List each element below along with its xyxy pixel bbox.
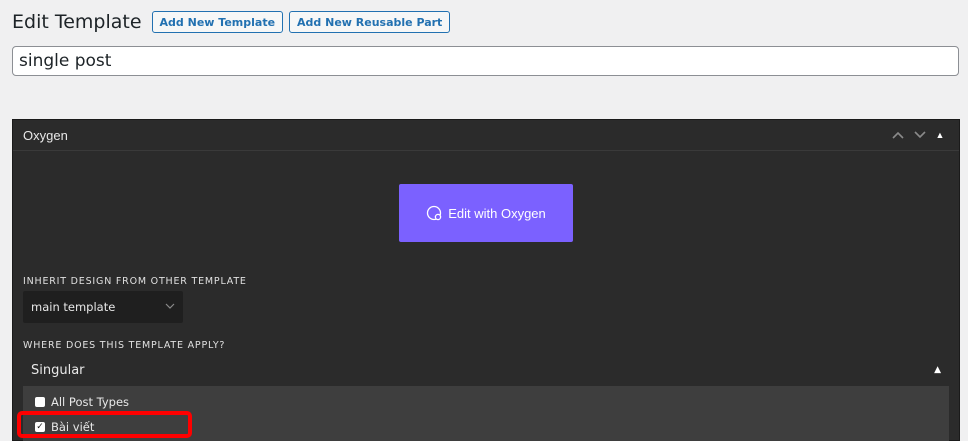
chevron-down-icon bbox=[165, 301, 175, 312]
edit-with-oxygen-label: Edit with Oxygen bbox=[448, 205, 546, 221]
add-new-template-button[interactable]: Add New Template bbox=[151, 11, 284, 33]
singular-section-header[interactable]: Singular ▲ bbox=[23, 355, 949, 386]
metabox-header: Oxygen ▲ bbox=[13, 120, 959, 151]
add-new-reusable-part-button[interactable]: Add New Reusable Part bbox=[289, 11, 451, 33]
template-title-input[interactable]: single post bbox=[12, 46, 959, 76]
option-all-post-types[interactable]: All Post Types bbox=[35, 395, 129, 409]
page-header: Edit Template Add New Template Add New R… bbox=[12, 10, 456, 34]
option-label: All Post Types bbox=[51, 395, 130, 409]
oxygen-logo-icon bbox=[427, 205, 442, 221]
edit-with-oxygen-button[interactable]: Edit with Oxygen bbox=[399, 184, 573, 242]
collapse-arrow-icon: ▲ bbox=[934, 365, 941, 375]
move-up-icon[interactable] bbox=[887, 124, 909, 146]
move-down-icon[interactable] bbox=[909, 124, 931, 146]
metabox-title: Oxygen bbox=[23, 127, 68, 143]
page-title: Edit Template bbox=[12, 11, 142, 33]
oxygen-metabox: Oxygen ▲ Edit with Oxygen INHERIT DESIGN… bbox=[12, 119, 960, 441]
singular-section-title: Singular bbox=[31, 363, 85, 378]
inherit-design-label: INHERIT DESIGN FROM OTHER TEMPLATE bbox=[23, 276, 247, 287]
inherit-template-value: main template bbox=[31, 300, 116, 314]
collapse-toggle-icon[interactable]: ▲ bbox=[931, 124, 949, 146]
highlight-annotation bbox=[17, 411, 192, 438]
inherit-template-select[interactable]: main template bbox=[23, 291, 183, 323]
where-apply-label: WHERE DOES THIS TEMPLATE APPLY? bbox=[23, 340, 226, 351]
checkbox-all-post-types[interactable] bbox=[35, 397, 45, 407]
